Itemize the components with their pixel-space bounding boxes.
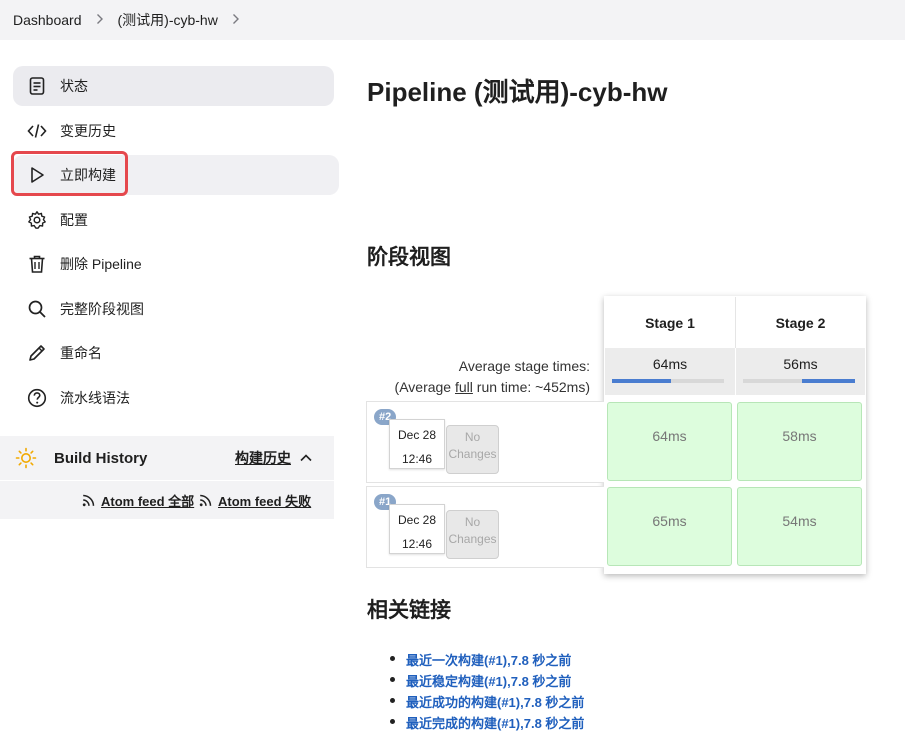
run-date: Dec 28 12:46 xyxy=(389,419,445,469)
breadcrumb-job[interactable]: (测试用)-cyb-hw xyxy=(118,10,218,30)
related-link-last-successful[interactable]: 最近成功的构建(#1),7.8 秒之前 xyxy=(406,695,584,710)
breadcrumb: Dashboard (测试用)-cyb-hw xyxy=(0,0,905,40)
rss-icon xyxy=(199,494,212,507)
code-icon xyxy=(27,121,47,141)
stage-header-1: Stage 1 xyxy=(605,297,735,348)
stage-cell[interactable]: 64ms xyxy=(607,402,732,481)
build-history-link[interactable]: 构建历史 xyxy=(235,448,291,468)
atom-feed-all-label: Atom feed 全部 xyxy=(101,494,195,509)
play-icon xyxy=(27,165,47,185)
related-links-title: 相关链接 xyxy=(367,599,451,622)
search-icon xyxy=(27,299,47,319)
run-row: #2 Dec 28 12:46 No Changes xyxy=(366,401,604,483)
stage-average-2: 56ms xyxy=(735,348,865,395)
sun-icon xyxy=(15,447,37,469)
run-changes: No Changes xyxy=(446,425,499,474)
pencil-icon xyxy=(27,343,47,363)
stage-average-value: 56ms xyxy=(783,356,818,372)
stage-view-title: 阶段视图 xyxy=(367,246,451,269)
status-icon xyxy=(27,76,47,96)
trash-icon xyxy=(27,254,47,274)
help-icon xyxy=(27,388,47,408)
run-row: #1 Dec 28 12:46 No Changes xyxy=(366,486,604,568)
sidebar-item-rename[interactable]: 重命名 xyxy=(13,333,334,373)
full-run-link[interactable]: full xyxy=(455,379,473,395)
sidebar-item-label: 变更历史 xyxy=(60,122,116,139)
average-times-label: Average stage times: (Average full run t… xyxy=(395,356,590,398)
stage-cell[interactable]: 58ms xyxy=(737,402,862,481)
sidebar-item-status[interactable]: 状态 xyxy=(13,66,334,106)
sidebar-item-label: 状态 xyxy=(60,78,88,94)
list-item: 最近一次构建(#1),7.8 秒之前 xyxy=(387,650,584,671)
build-history-header: Build History 构建历史 xyxy=(0,436,334,480)
atom-feed-failed-link[interactable]: Atom feed 失败 xyxy=(199,491,311,510)
stage-average-bar xyxy=(612,379,724,383)
chevron-right-icon xyxy=(96,12,104,28)
sidebar-item-label: 完整阶段视图 xyxy=(60,300,144,317)
chevron-right-icon[interactable] xyxy=(232,12,240,28)
stage-header-2: Stage 2 xyxy=(735,297,865,348)
stage-average-bar-fill xyxy=(612,379,672,383)
sidebar-item-configure[interactable]: 配置 xyxy=(13,200,334,240)
stage-average-1: 64ms xyxy=(605,348,735,395)
average-stage-times-text: Average stage times: xyxy=(458,358,590,374)
sidebar-item-label: 重命名 xyxy=(60,345,102,361)
sidebar-item-label: 配置 xyxy=(60,211,88,228)
rss-icon xyxy=(82,494,95,507)
list-item: 最近成功的构建(#1),7.8 秒之前 xyxy=(387,692,584,713)
related-link-last-completed[interactable]: 最近完成的构建(#1),7.8 秒之前 xyxy=(406,716,584,731)
chevron-up-icon[interactable] xyxy=(298,450,314,466)
sidebar-item-delete[interactable]: 删除 Pipeline xyxy=(13,244,334,284)
sidebar-item-label: 流水线语法 xyxy=(60,389,130,406)
run-date: Dec 28 12:46 xyxy=(389,504,445,554)
related-link-last-stable[interactable]: 最近稳定构建(#1),7.8 秒之前 xyxy=(406,674,571,689)
stage-average-bar-fill xyxy=(802,379,855,383)
run-changes: No Changes xyxy=(446,510,499,559)
sidebar-item-build-now[interactable]: 立即构建 xyxy=(13,155,339,195)
atom-feed-all-link[interactable]: Atom feed 全部 xyxy=(82,491,194,510)
build-history-title: Build History xyxy=(54,449,148,467)
stage-cell[interactable]: 65ms xyxy=(607,487,732,566)
average-full-run-time: (Average full run time: ~452ms) xyxy=(394,379,590,395)
sidebar-item-label: 立即构建 xyxy=(60,167,116,183)
build-history-feeds: Atom feed 全部 Atom feed 失败 xyxy=(0,481,334,519)
related-link-last-build[interactable]: 最近一次构建(#1),7.8 秒之前 xyxy=(406,653,571,668)
stage-average-value: 64ms xyxy=(652,356,688,372)
gear-icon xyxy=(27,210,47,230)
list-item: 最近完成的构建(#1),7.8 秒之前 xyxy=(387,713,584,734)
stage-view: Stage 1 Stage 2 Average stage times: (Av… xyxy=(366,296,866,574)
related-links-list: 最近一次构建(#1),7.8 秒之前 最近稳定构建(#1),7.8 秒之前 最近… xyxy=(387,650,584,734)
sidebar-item-pipeline-syntax[interactable]: 流水线语法 xyxy=(13,378,334,418)
list-item: 最近稳定构建(#1),7.8 秒之前 xyxy=(387,671,584,692)
sidebar: 状态 变更历史 立即构建 配置 删除 Pipeline 完整阶段视图 重命名 流… xyxy=(13,66,339,422)
breadcrumb-dashboard[interactable]: Dashboard xyxy=(13,12,82,28)
sidebar-item-full-stage-view[interactable]: 完整阶段视图 xyxy=(13,289,334,329)
stage-cell[interactable]: 54ms xyxy=(737,487,862,566)
stage-average-bar xyxy=(743,379,855,383)
sidebar-item-label: 删除 Pipeline xyxy=(60,256,142,272)
page-title: Pipeline (测试用)-cyb-hw xyxy=(367,77,668,107)
sidebar-item-changes[interactable]: 变更历史 xyxy=(13,111,334,151)
atom-feed-failed-label: Atom feed 失败 xyxy=(218,494,312,509)
